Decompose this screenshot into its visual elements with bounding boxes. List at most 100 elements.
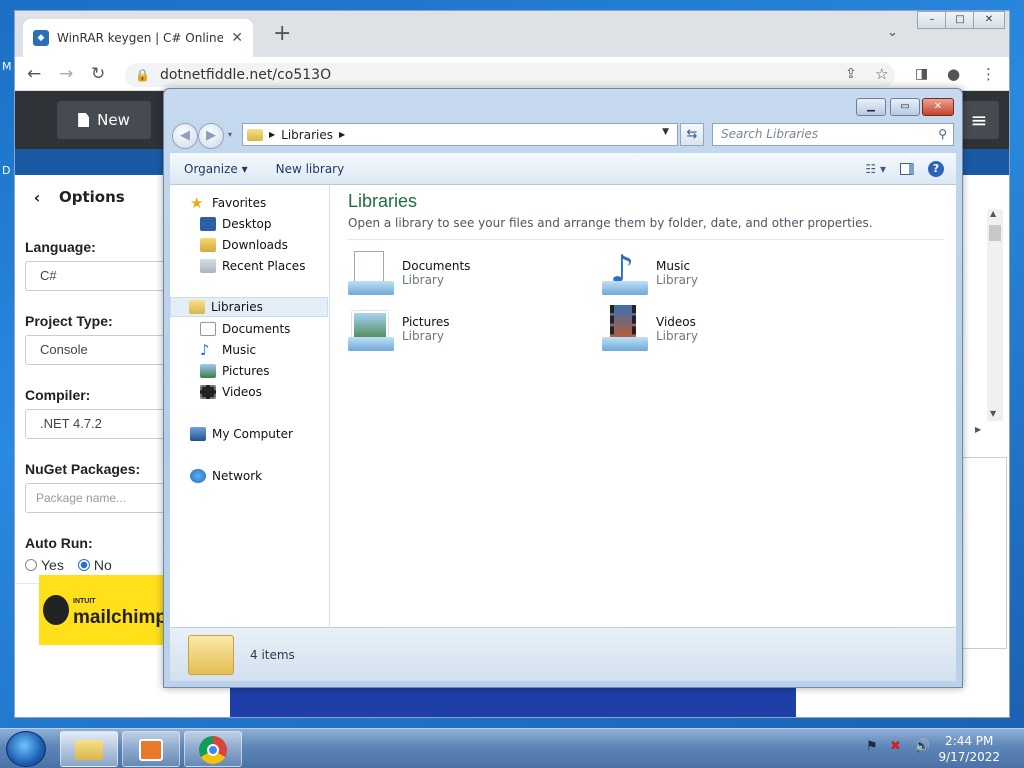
back-button-icon[interactable]: ◀	[172, 123, 198, 149]
auto-run-yes-option[interactable]: Yes	[25, 557, 64, 573]
change-view-icon[interactable]: ☷ ▾	[865, 162, 886, 176]
nuget-package-input[interactable]: Package name...	[25, 483, 175, 513]
profile-avatar-icon[interactable]: ●	[947, 63, 960, 85]
collapse-options-icon[interactable]: ‹	[15, 188, 59, 207]
address-dropdown-icon[interactable]: ▼	[662, 127, 669, 137]
nav-documents[interactable]: Documents	[200, 319, 290, 339]
close-window-button[interactable]: ✕	[973, 11, 1005, 29]
library-tile-videos[interactable]: Videos Library	[602, 303, 832, 355]
libraries-folder-icon	[247, 128, 263, 141]
nav-desktop[interactable]: Desktop	[200, 214, 272, 234]
nav-music-label: Music	[222, 343, 257, 357]
language-select[interactable]: C#	[25, 261, 175, 291]
system-clock[interactable]: 2:44 PM 9/17/2022	[938, 733, 1000, 765]
volume-icon[interactable]: 🔊	[914, 739, 930, 754]
mailchimp-ad[interactable]: INTUIT mailchimp	[39, 575, 169, 645]
close-tab-icon[interactable]: ✕	[231, 30, 243, 46]
address-bar[interactable]: 🔒 dotnetfiddle.net/co513O	[125, 63, 895, 87]
nav-videos[interactable]: Videos	[200, 382, 262, 402]
command-bar: Organize ▾ New library ☷ ▾ ?	[170, 153, 956, 185]
explorer-minimize-button[interactable]: ▁	[856, 98, 886, 116]
scroll-down-arrow-icon[interactable]: ▼	[990, 409, 996, 418]
library-tile-pictures[interactable]: Pictures Library	[348, 303, 578, 355]
taskbar-media-player-button[interactable]	[122, 731, 180, 767]
library-tile-music[interactable]: ♪ Music Library	[602, 247, 832, 299]
radio-yes[interactable]	[25, 559, 37, 571]
nav-libraries[interactable]: Libraries	[170, 297, 328, 317]
tab-search-icon[interactable]: ⌄	[887, 25, 898, 40]
breadcrumb-libraries[interactable]: Libraries	[281, 128, 333, 142]
back-arrow-icon[interactable]: ←	[27, 63, 41, 85]
forward-arrow-icon[interactable]: →	[59, 63, 73, 85]
new-library-button[interactable]: New library	[262, 162, 359, 176]
explorer-close-button[interactable]: ✕	[922, 98, 954, 116]
libraries-content: Libraries Open a library to see your fil…	[330, 185, 956, 627]
explorer-address-bar[interactable]: ▶ Libraries ▶ ▼	[242, 123, 678, 146]
nav-network[interactable]: Network	[190, 466, 262, 486]
breadcrumb-arrow-icon[interactable]: ▶	[339, 130, 345, 139]
explorer-window: ▁ ▭ ✕ ◀ ▶ ▾ ▶ Libraries ▶ ▼ ⇆ Search Lib…	[163, 88, 963, 688]
dotnetfiddle-favicon-icon: ◆	[33, 30, 49, 46]
libraries-icon	[189, 300, 205, 314]
options-title: Options	[59, 188, 125, 206]
nav-downloads[interactable]: Downloads	[200, 235, 288, 255]
scroll-up-arrow-icon[interactable]: ▲	[990, 209, 996, 218]
minimize-button[interactable]: –	[917, 11, 947, 29]
nav-favorites-label: Favorites	[212, 196, 267, 210]
editor-scrollbar[interactable]: ▼ ▲	[987, 209, 1003, 421]
library-type: Library	[656, 329, 698, 343]
bookmark-star-icon[interactable]: ☆	[875, 63, 888, 85]
taskbar-explorer-button[interactable]	[60, 731, 118, 767]
explorer-maximize-button[interactable]: ▭	[890, 98, 920, 116]
forward-button-icon[interactable]: ▶	[198, 123, 224, 149]
compiler-select[interactable]: .NET 4.7.2	[25, 409, 175, 439]
reload-icon[interactable]: ↻	[91, 63, 105, 85]
nav-libraries-label: Libraries	[211, 300, 263, 314]
help-icon[interactable]: ?	[928, 161, 944, 177]
music-library-icon: ♪	[602, 249, 650, 297]
refresh-icon[interactable]: ⇆	[680, 123, 704, 146]
auto-run-radio-group: Yes No	[25, 557, 112, 573]
nav-pictures-label: Pictures	[222, 364, 270, 378]
network-icon	[190, 469, 206, 483]
radio-no[interactable]	[77, 559, 90, 571]
menu-dots-icon[interactable]: ⋮	[981, 63, 996, 85]
new-fiddle-button[interactable]: New	[57, 101, 151, 139]
hamburger-menu-icon[interactable]: ≡	[959, 101, 999, 139]
details-pane: 4 items	[170, 627, 956, 681]
libraries-folder-large-icon	[188, 634, 234, 675]
project-type-select[interactable]: Console	[25, 335, 175, 365]
network-alert-icon[interactable]: ✖	[890, 739, 901, 754]
nav-my-computer-label: My Computer	[212, 427, 293, 441]
preview-pane-icon[interactable]	[900, 163, 914, 175]
library-tile-documents[interactable]: Documents Library	[348, 247, 578, 299]
options-header: ‹ Options	[15, 175, 165, 219]
organize-menu[interactable]: Organize ▾	[170, 162, 262, 176]
start-button-icon[interactable]	[6, 731, 46, 767]
breadcrumb-arrow-icon[interactable]: ▶	[269, 130, 275, 139]
action-center-icon[interactable]: ⚑	[866, 739, 878, 754]
search-icon[interactable]: ⚲	[938, 124, 947, 145]
search-libraries-input[interactable]: Search Libraries ⚲	[712, 123, 954, 146]
nav-my-computer[interactable]: My Computer	[190, 424, 293, 444]
nav-recent-places-label: Recent Places	[222, 259, 306, 273]
side-panel-icon[interactable]: ◨	[915, 63, 928, 85]
nav-pictures[interactable]: Pictures	[200, 361, 270, 381]
radio-yes-label: Yes	[41, 557, 64, 573]
nav-documents-label: Documents	[222, 322, 291, 336]
share-icon[interactable]: ⇪	[845, 63, 857, 85]
browser-tab[interactable]: ◆ WinRAR keygen | C# Online Com ✕	[23, 19, 253, 57]
taskbar-chrome-button[interactable]	[184, 731, 242, 767]
divider	[348, 239, 944, 240]
auto-run-no-option[interactable]: No	[77, 557, 112, 573]
nav-music[interactable]: ♪ Music	[200, 340, 256, 360]
restore-button[interactable]: □	[945, 11, 975, 29]
nav-recent-places[interactable]: Recent Places	[200, 256, 305, 276]
scrollbar-thumb[interactable]	[989, 225, 1001, 241]
nav-favorites[interactable]: ★ Favorites	[190, 193, 266, 213]
scroll-right-arrow-icon[interactable]: ▶	[975, 425, 981, 434]
auto-run-label: Auto Run:	[25, 535, 93, 551]
project-type-label: Project Type:	[25, 313, 113, 329]
recent-pages-icon[interactable]: ▾	[228, 130, 232, 139]
new-tab-button[interactable]: +	[273, 23, 291, 45]
